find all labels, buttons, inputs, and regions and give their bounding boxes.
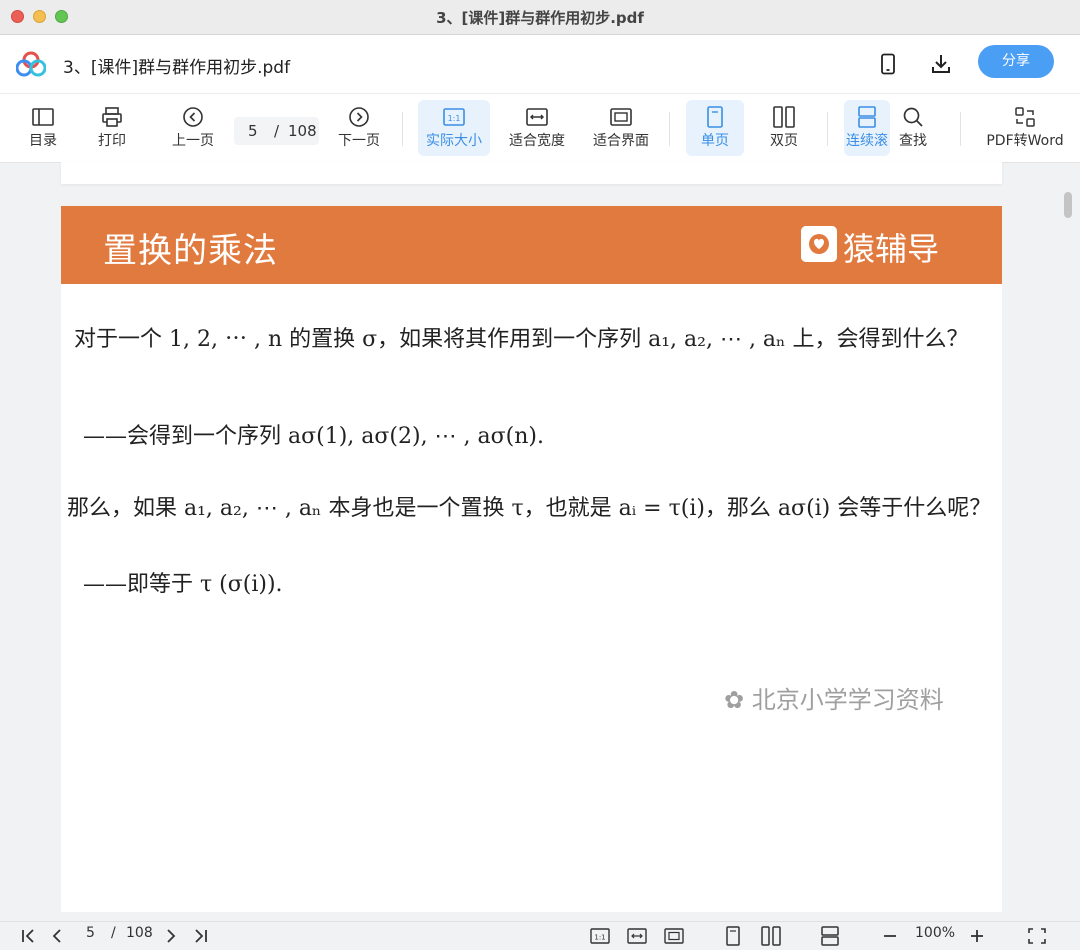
prev-page-label: 上一页 (172, 133, 214, 149)
find-button[interactable]: 查找 (890, 100, 936, 156)
pdf-page: 置换的乘法 猿辅导 对于一个 1, 2, ⋯ , n 的置换 σ，如果将其作用到… (61, 206, 1002, 912)
svg-text:1:1: 1:1 (594, 934, 605, 942)
zoom-in-icon[interactable] (966, 926, 988, 946)
single-page-icon (707, 106, 723, 128)
mobile-phone-icon[interactable] (876, 52, 900, 76)
single-page-button[interactable]: 单页 (686, 100, 744, 156)
fit-width-button[interactable]: 适合宽度 (504, 100, 570, 156)
vertical-scrollbar-thumb[interactable] (1064, 192, 1072, 218)
chevron-right-circle-icon (349, 107, 369, 127)
text-line-question: 对于一个 1, 2, ⋯ , n 的置换 σ，如果将其作用到一个序列 a₁, a… (74, 327, 969, 352)
print-label: 打印 (98, 133, 126, 149)
page-number-input[interactable]: 5 / 108 (234, 117, 319, 145)
toc-label: 目录 (29, 133, 57, 149)
status-current-page[interactable]: 5 (86, 925, 95, 947)
single-page-label: 单页 (701, 133, 729, 149)
window-title: 3、[课件]群与群作用初步.pdf (436, 9, 644, 27)
printer-icon (102, 107, 122, 127)
fit-width-icon[interactable] (626, 926, 648, 946)
window-titlebar: 3、[课件]群与群作用初步.pdf (0, 0, 1080, 35)
previous-page-bottom (61, 162, 1002, 184)
page-separator: / (274, 122, 280, 140)
pdf-to-word-button[interactable]: PDF转Word (982, 100, 1068, 156)
actual-size-label: 实际大小 (426, 133, 482, 149)
prev-page-button[interactable]: 上一页 (168, 100, 218, 156)
next-page-button[interactable]: 下一页 (334, 100, 384, 156)
continuous-scroll-label: 连续滚 (846, 133, 888, 149)
slide-banner: 置换的乘法 猿辅导 (61, 206, 1002, 284)
actual-size-icon: 1:1 (443, 108, 465, 126)
zoom-out-icon[interactable] (879, 926, 901, 946)
text-line-answer-2: ——即等于 τ (σ(i)). (83, 572, 283, 597)
fit-screen-button[interactable]: 适合界面 (588, 100, 654, 156)
single-page-icon[interactable] (722, 926, 744, 946)
continuous-scroll-icon[interactable] (819, 926, 841, 946)
fit-screen-icon[interactable] (663, 926, 685, 946)
fit-width-label: 适合宽度 (509, 133, 565, 149)
find-label: 查找 (899, 133, 927, 149)
fit-screen-icon (610, 108, 632, 126)
pdf-to-word-label: PDF转Word (986, 133, 1064, 149)
double-page-button[interactable]: 双页 (759, 100, 809, 156)
current-page-value: 5 (248, 122, 258, 140)
toolbar-divider (669, 112, 670, 146)
print-button[interactable]: 打印 (89, 100, 135, 156)
chevron-left-icon[interactable] (46, 926, 68, 946)
first-page-icon[interactable] (18, 926, 40, 946)
double-page-icon[interactable] (760, 926, 782, 946)
baidu-netdisk-logo-icon (16, 51, 46, 77)
continuous-scroll-button[interactable]: 连续滚 (844, 100, 890, 156)
brand-name: 猿辅导 (843, 230, 940, 268)
actual-size-icon[interactable]: 1:1 (589, 926, 611, 946)
toolbar-divider (402, 112, 403, 146)
fit-width-icon (526, 108, 548, 126)
slide-title: 置换的乘法 (103, 231, 278, 271)
chevron-left-circle-icon (183, 107, 203, 127)
document-filename: 3、[课件]群与群作用初步.pdf (63, 58, 291, 78)
brand-logo-icon (801, 226, 837, 262)
wechat-icon: ✿ (724, 686, 752, 714)
zoom-level: 100% (915, 925, 956, 941)
total-pages-value: 108 (288, 122, 317, 140)
status-total-pages: 108 (126, 925, 153, 941)
fit-screen-label: 适合界面 (593, 133, 649, 149)
share-button[interactable]: 分享 (978, 45, 1054, 78)
search-icon (903, 107, 923, 127)
watermark-text: 北京小学学习资料 (751, 686, 944, 714)
toolbar-divider (827, 112, 828, 146)
continuous-scroll-icon (858, 106, 876, 128)
convert-icon (1015, 107, 1035, 127)
double-page-icon (773, 106, 795, 128)
toc-button[interactable]: 目录 (20, 100, 66, 156)
wechat-watermark: ✿ 北京小学学习资料 (724, 680, 944, 715)
status-bar: 5 / 108 1:1 100% (0, 921, 1080, 950)
toolbar-divider (960, 112, 961, 146)
next-page-label: 下一页 (338, 133, 380, 149)
chevron-right-icon[interactable] (160, 926, 182, 946)
status-page-separator: / (111, 925, 116, 941)
svg-text:1:1: 1:1 (448, 114, 461, 123)
text-line-question-2: 那么，如果 a₁, a₂, ⋯ , aₙ 本身也是一个置换 τ，也就是 aᵢ =… (67, 496, 992, 521)
download-icon[interactable] (929, 52, 953, 76)
last-page-icon[interactable] (189, 926, 211, 946)
toolbar: 目录 打印 上一页 5 / 108 下一页 1:1 实际大小 适合宽度 适合界面… (0, 94, 1080, 163)
double-page-label: 双页 (770, 133, 798, 149)
sidebar-icon (32, 108, 54, 126)
text-line-answer: ——会得到一个序列 aσ(1), aσ(2), ⋯ , aσ(n). (83, 424, 545, 449)
app-header: 3、[课件]群与群作用初步.pdf 分享 (0, 35, 1080, 94)
actual-size-button[interactable]: 1:1 实际大小 (418, 100, 490, 156)
fullscreen-icon[interactable] (1026, 926, 1048, 946)
